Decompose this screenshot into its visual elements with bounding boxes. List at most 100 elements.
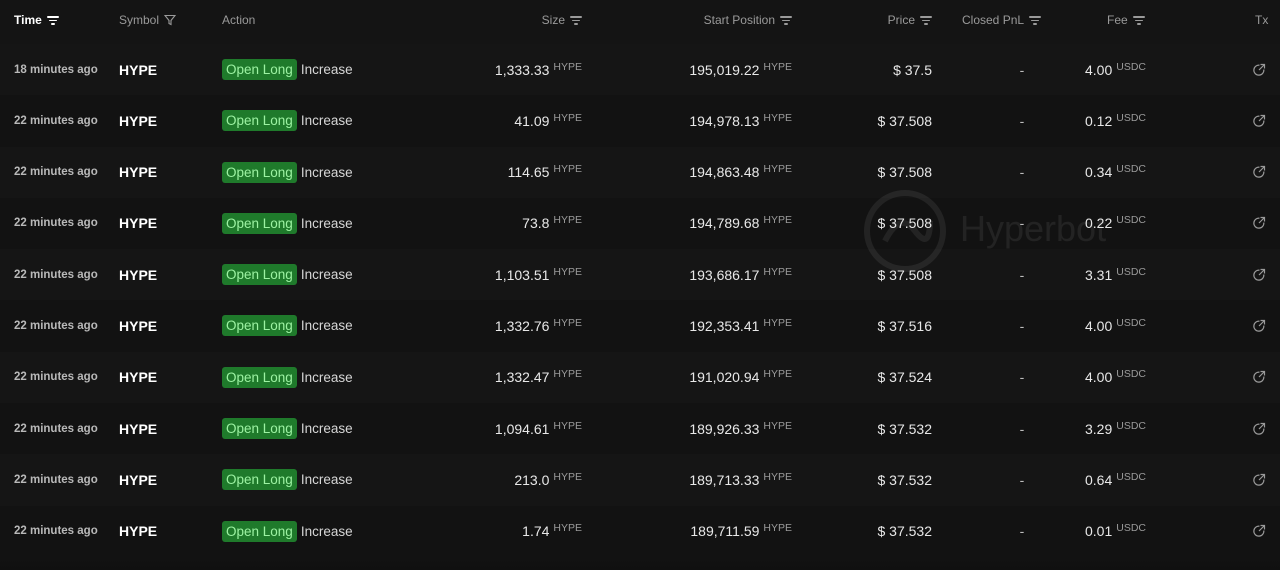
action-text: Increase xyxy=(300,318,353,334)
external-link-icon[interactable] xyxy=(1252,268,1266,282)
sort-icon[interactable] xyxy=(1132,15,1145,25)
open-long-badge: Open Long xyxy=(222,59,297,80)
start-position-cell: 194,863.48 HYPE xyxy=(640,147,792,198)
time-cell: 22 minutes ago xyxy=(14,268,98,281)
size-value: 1.74 xyxy=(522,523,550,540)
action-text: Increase xyxy=(300,421,353,437)
tx-cell[interactable] xyxy=(1250,506,1268,557)
tx-cell[interactable] xyxy=(1250,249,1268,300)
table-row[interactable]: 18 minutes ago HYPE Open Long Increase 1… xyxy=(0,44,1280,96)
symbol-cell[interactable]: HYPE xyxy=(119,506,157,557)
table-row[interactable]: 22 minutes ago HYPE Open Long Increase 1… xyxy=(0,300,1280,352)
price-cell: $ 37.508 xyxy=(820,147,933,198)
tx-cell[interactable] xyxy=(1250,300,1268,351)
sort-icon[interactable] xyxy=(780,15,792,25)
table-row[interactable]: 22 minutes ago HYPE Open Long Increase 1… xyxy=(0,403,1280,455)
open-long-badge: Open Long xyxy=(222,161,297,183)
fee-unit: USDC xyxy=(1116,265,1146,278)
fee-value: 0.34 xyxy=(1084,164,1113,181)
table-row[interactable]: 22 minutes ago HYPE Open Long Increase 1… xyxy=(0,249,1280,301)
fee-cell: 0.22 USDC xyxy=(1060,198,1146,249)
open-long-badge: Open Long xyxy=(222,366,297,388)
tx-cell[interactable] xyxy=(1250,95,1268,146)
action-cell: Open Long Increase xyxy=(222,44,353,95)
symbol-cell[interactable]: HYPE xyxy=(119,352,157,403)
size-value: 73.8 xyxy=(522,215,550,232)
symbol-cell[interactable]: HYPE xyxy=(119,95,157,146)
column-header-start-position[interactable]: Start Position xyxy=(640,13,792,27)
sort-icon[interactable] xyxy=(920,15,932,25)
external-link-icon[interactable] xyxy=(1252,165,1266,179)
filter-icon[interactable] xyxy=(164,14,177,26)
sort-icon[interactable] xyxy=(570,15,582,25)
table-row[interactable]: 22 minutes ago HYPE Open Long Increase 4… xyxy=(0,95,1280,147)
start-position-unit: HYPE xyxy=(763,265,792,278)
fee-unit: USDC xyxy=(1116,368,1146,381)
column-header-time[interactable]: Time xyxy=(14,13,59,27)
sort-icon[interactable] xyxy=(46,15,59,25)
action-text: Increase xyxy=(300,113,353,129)
symbol-cell[interactable]: HYPE xyxy=(119,198,157,249)
tx-cell[interactable] xyxy=(1250,352,1268,403)
start-position-value: 194,978.13 xyxy=(689,112,760,129)
open-long-badge: Open Long xyxy=(222,110,297,132)
tx-cell[interactable] xyxy=(1250,147,1268,198)
time-cell: 22 minutes ago xyxy=(14,319,98,332)
start-position-value: 194,863.48 xyxy=(689,164,760,181)
external-link-icon[interactable] xyxy=(1252,422,1266,436)
symbol-cell[interactable]: HYPE xyxy=(119,147,157,198)
external-link-icon[interactable] xyxy=(1252,319,1266,333)
column-header-symbol[interactable]: Symbol xyxy=(119,13,177,27)
fee-value: 0.12 xyxy=(1084,112,1113,129)
tx-cell[interactable] xyxy=(1250,403,1268,454)
external-link-icon[interactable] xyxy=(1252,114,1266,128)
external-link-icon[interactable] xyxy=(1252,473,1266,487)
start-position-unit: HYPE xyxy=(763,60,792,73)
external-link-icon[interactable] xyxy=(1252,63,1266,77)
start-position-cell: 189,713.33 HYPE xyxy=(640,454,792,505)
size-unit: HYPE xyxy=(553,163,582,176)
external-link-icon[interactable] xyxy=(1252,216,1266,230)
symbol-cell[interactable]: HYPE xyxy=(119,454,157,505)
sort-icon[interactable] xyxy=(1029,15,1042,25)
size-unit: HYPE xyxy=(553,419,582,432)
time-cell: 22 minutes ago xyxy=(14,473,98,486)
tx-cell[interactable] xyxy=(1250,454,1268,505)
table-row[interactable]: 22 minutes ago HYPE Open Long Increase 7… xyxy=(0,197,1280,250)
symbol-cell[interactable]: HYPE xyxy=(119,249,157,300)
size-cell: 41.09 HYPE xyxy=(440,95,582,146)
table-row[interactable]: 22 minutes ago HYPE Open Long Increase 1… xyxy=(0,351,1280,404)
price-cell: $ 37.508 xyxy=(820,95,933,146)
size-cell: 73.8 HYPE xyxy=(440,198,582,249)
table-row[interactable]: 22 minutes ago HYPE Open Long Increase 2… xyxy=(0,454,1280,506)
start-position-unit: HYPE xyxy=(763,163,792,176)
column-header-price[interactable]: Price xyxy=(840,13,932,27)
time-cell: 22 minutes ago xyxy=(14,166,98,179)
price-value: $ 37.524 xyxy=(877,369,933,386)
symbol-cell[interactable]: HYPE xyxy=(119,300,157,351)
fee-unit: USDC xyxy=(1116,60,1146,73)
fee-unit: USDC xyxy=(1116,470,1146,483)
tx-cell[interactable] xyxy=(1250,198,1268,249)
table-row[interactable]: 22 minutes ago HYPE Open Long Increase 1… xyxy=(0,146,1280,198)
fee-value: 0.64 xyxy=(1084,471,1113,488)
start-position-cell: 192,353.41 HYPE xyxy=(640,300,792,351)
size-unit: HYPE xyxy=(553,368,582,381)
start-position-unit: HYPE xyxy=(763,111,792,124)
table-row[interactable]: 22 minutes ago HYPE Open Long Increase 1… xyxy=(0,505,1280,557)
symbol-cell[interactable]: HYPE xyxy=(119,44,157,95)
fee-unit: USDC xyxy=(1116,111,1146,124)
fee-cell: 4.00 USDC xyxy=(1060,300,1146,351)
size-unit: HYPE xyxy=(553,214,582,227)
external-link-icon[interactable] xyxy=(1252,524,1266,538)
tx-cell[interactable] xyxy=(1250,44,1268,95)
column-header-size[interactable]: Size xyxy=(480,13,582,27)
symbol-cell[interactable]: HYPE xyxy=(119,403,157,454)
action-cell: Open Long Increase xyxy=(222,95,353,146)
column-header-fee[interactable]: Fee xyxy=(1107,13,1145,27)
size-cell: 114.65 HYPE xyxy=(440,147,582,198)
external-link-icon[interactable] xyxy=(1252,370,1266,384)
start-position-value: 192,353.41 xyxy=(689,317,760,334)
column-header-closed-pnl[interactable]: Closed PnL xyxy=(962,13,1042,27)
fee-cell: 3.31 USDC xyxy=(1060,249,1146,300)
